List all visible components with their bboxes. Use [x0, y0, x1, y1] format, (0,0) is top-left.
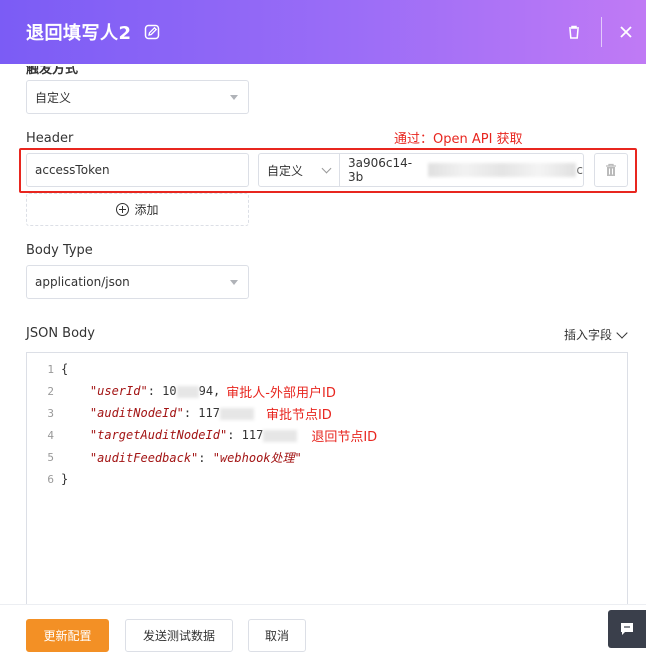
cancel-button[interactable]: 取消 [248, 619, 306, 652]
chat-button[interactable] [608, 610, 646, 648]
json-key: "auditFeedback" [89, 450, 199, 465]
line-number: 4 [47, 428, 54, 442]
body-type-value: application/json [35, 275, 130, 289]
add-header-button[interactable]: 添加 [26, 193, 249, 226]
body-type-label: Body Type [26, 243, 93, 258]
line-number: 1 [47, 362, 54, 376]
redacted-value [219, 407, 254, 420]
json-body-label: JSON Body [26, 326, 95, 341]
header-annotation: 通过：Open API 获取 [394, 132, 523, 147]
code-line: 2 "userId": 10 94, 审批人-外部用户ID [27, 380, 627, 402]
line-number: 5 [47, 450, 54, 464]
edit-title-icon[interactable] [144, 24, 160, 40]
json-value: 117 [198, 406, 220, 420]
header-type-select[interactable]: 自定义 [258, 153, 340, 187]
redacted-value [263, 429, 298, 442]
header-label: Header [26, 131, 74, 146]
audit-node-annotation: 审批节点ID [265, 407, 332, 423]
caret-down-icon [230, 95, 238, 100]
user-id-annotation: 审批人-外部用户ID [226, 385, 336, 401]
insert-field-button[interactable]: 插入字段 [563, 326, 628, 343]
header-value-input[interactable]: 3a906c14-3b c [339, 153, 584, 187]
json-value-tail: 94, [198, 384, 221, 398]
trigger-select[interactable]: 自定义 [26, 80, 249, 114]
code-line: 6 } [27, 468, 627, 490]
header-divider [601, 17, 602, 47]
body-type-select[interactable]: application/json [26, 265, 249, 299]
insert-field-label: 插入字段 [563, 328, 612, 342]
chevron-down-icon [616, 326, 628, 339]
code-line: 5 "auditFeedback": "webhook处理" [27, 446, 627, 468]
header-value-prefix: 3a906c14-3b [348, 156, 413, 184]
code-text: { [61, 362, 69, 376]
code-line: 3 "auditNodeId": 117 审批节点ID [27, 402, 627, 424]
send-test-data-button[interactable]: 发送测试数据 [125, 619, 233, 652]
line-number: 3 [47, 406, 54, 420]
code-line: 1 { [27, 358, 627, 380]
code-line: 4 "targetAuditNodeId": 117 退回节点ID [27, 424, 627, 446]
header-type-value: 自定义 [267, 163, 304, 178]
close-icon[interactable] [618, 24, 634, 40]
line-number: 6 [47, 472, 54, 486]
redacted-value [176, 385, 199, 398]
json-value: "webhook处理" [212, 450, 302, 465]
json-value: 117 [241, 428, 264, 442]
trigger-select-value: 自定义 [35, 90, 72, 105]
update-config-button[interactable]: 更新配置 [26, 619, 109, 652]
dialog-header: 退回填写人2 [0, 0, 646, 64]
line-number: 2 [47, 384, 54, 398]
header-key-value: accessToken [35, 163, 110, 177]
json-value: 10 [162, 384, 177, 398]
add-header-label: 添加 [134, 203, 159, 217]
remove-header-button[interactable] [594, 153, 628, 187]
caret-down-icon [230, 280, 238, 285]
json-body-editor[interactable]: 1 { 2 "userId": 10 94, 审批人-外部用户ID 3 "audi… [26, 352, 628, 608]
delete-icon[interactable] [565, 23, 583, 41]
redacted-value [428, 163, 577, 177]
json-key: "userId" [89, 384, 148, 398]
json-key: "targetAuditNodeId" [89, 428, 228, 442]
target-node-annotation: 退回节点ID [311, 429, 378, 445]
trash-icon [606, 163, 616, 176]
header-value-suffix: c [576, 163, 583, 177]
json-key: "auditNodeId" [89, 406, 184, 420]
header-key-input[interactable]: accessToken [26, 153, 249, 187]
code-text: } [61, 472, 69, 486]
plus-circle-icon [116, 203, 130, 216]
dialog-title: 退回填写人2 [26, 23, 132, 44]
chat-icon [621, 623, 633, 635]
chevron-down-icon [321, 163, 332, 174]
